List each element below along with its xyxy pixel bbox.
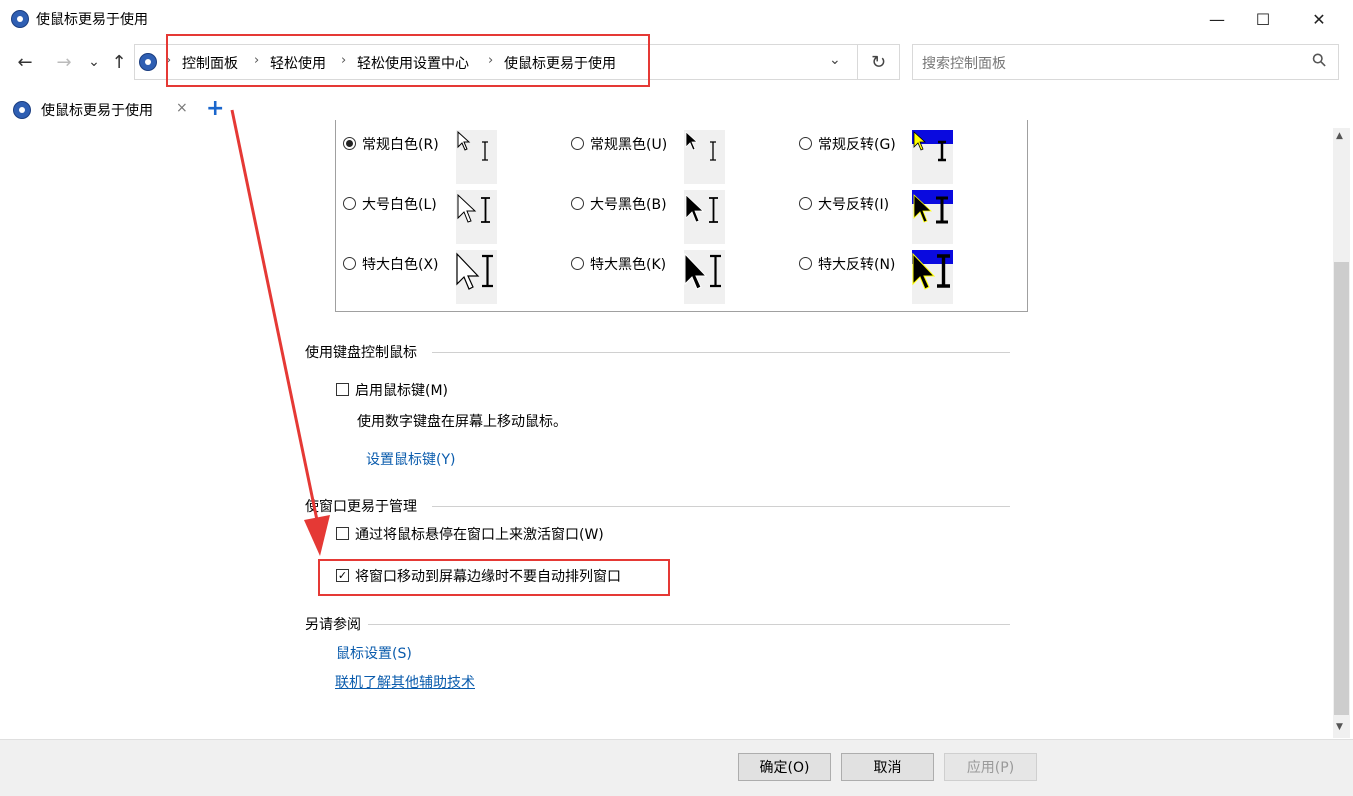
pointer-preview-icon (684, 252, 721, 290)
radio-extra-large-inverted[interactable] (799, 257, 812, 270)
refresh-button[interactable]: ↻ (858, 44, 900, 80)
pointer-preview-icon (457, 193, 490, 223)
control-panel-icon (139, 53, 157, 71)
preview-regular-black (684, 130, 725, 184)
radio-extra-large-black[interactable] (571, 257, 584, 270)
setup-mouse-keys-link[interactable]: 设置鼠标键(Y) (366, 449, 455, 469)
radio-regular-inverted[interactable] (799, 137, 812, 150)
pointer-preview-icon (685, 194, 718, 223)
radio-large-white[interactable] (343, 197, 356, 210)
assistive-tech-link[interactable]: 联机了解其他辅助技术 (335, 672, 475, 692)
pointer-preview-icon (913, 194, 948, 224)
tab-close-icon[interactable]: × (176, 100, 188, 116)
mouse-settings-link[interactable]: 鼠标设置(S) (336, 643, 412, 663)
title-bar (0, 0, 1353, 38)
pointer-preview-icon (913, 131, 946, 162)
annotation-arrow (230, 109, 330, 556)
window-title: 使鼠标更易于使用 (36, 12, 148, 28)
minimize-button[interactable]: — (1194, 0, 1240, 38)
divider (368, 624, 1010, 625)
radio-extra-large-white[interactable] (343, 257, 356, 270)
pointer-preview-icon (685, 131, 716, 161)
preview-regular-white (456, 130, 497, 184)
cancel-button[interactable]: 取消 (841, 753, 934, 781)
search-placeholder: 搜索控制面板 (922, 56, 1006, 72)
radio-large-inverted[interactable] (799, 197, 812, 210)
close-button[interactable]: ✕ (1296, 0, 1342, 38)
radio-large-black[interactable] (571, 197, 584, 210)
radio-regular-black[interactable] (571, 137, 584, 150)
preview-extra-large-inverted (912, 250, 953, 304)
scroll-up-icon[interactable]: ▲ (1336, 131, 1343, 141)
hover-activate-label[interactable]: 通过将鼠标悬停在窗口上来激活窗口(W) (355, 524, 604, 544)
label-large-inverted[interactable]: 大号反转(I) (818, 194, 889, 214)
preview-large-black (684, 190, 725, 244)
maximize-button[interactable]: ☐ (1240, 0, 1286, 38)
preview-large-inverted (912, 190, 953, 244)
recent-locations-button[interactable]: ⌄ (82, 48, 106, 76)
pointer-preview-icon (457, 130, 488, 161)
address-highlight-annotation (166, 34, 650, 87)
forward-button[interactable]: → (52, 48, 76, 76)
up-button[interactable]: ↑ (107, 48, 131, 76)
preview-extra-large-white (456, 250, 497, 304)
label-regular-white[interactable]: 常规白色(R) (362, 134, 439, 154)
label-regular-black[interactable]: 常规黑色(U) (590, 134, 667, 154)
radio-regular-white[interactable] (343, 137, 356, 150)
pointer-preview-icon (912, 252, 950, 290)
mouse-keys-description: 使用数字键盘在屏幕上移动鼠标。 (357, 414, 567, 430)
label-large-white[interactable]: 大号白色(L) (362, 194, 437, 214)
mouse-keys-label[interactable]: 启用鼠标键(M) (355, 380, 448, 400)
divider (432, 352, 1010, 353)
tab-label: 使鼠标更易于使用 (41, 103, 153, 119)
footer-bar (0, 739, 1353, 796)
address-dropdown-icon[interactable]: ⌄ (829, 52, 841, 68)
preview-extra-large-black (684, 250, 725, 304)
checkbox-highlight-annotation (318, 559, 670, 596)
label-regular-inverted[interactable]: 常规反转(G) (818, 134, 896, 154)
apply-button[interactable]: 应用(P) (944, 753, 1037, 781)
label-large-black[interactable]: 大号黑色(B) (590, 194, 667, 214)
scroll-thumb[interactable] (1334, 262, 1349, 715)
scroll-down-icon[interactable]: ▼ (1336, 722, 1343, 732)
label-extra-large-inverted[interactable]: 特大反转(N) (818, 254, 895, 274)
pointer-preview-icon (456, 252, 493, 290)
control-panel-icon (13, 101, 31, 119)
see-also-heading: 另请参阅 (305, 617, 361, 633)
divider (432, 506, 1010, 507)
preview-regular-inverted (912, 130, 953, 184)
back-button[interactable]: ← (13, 48, 37, 76)
control-panel-icon (11, 10, 29, 28)
preview-large-white (456, 190, 497, 244)
ok-button[interactable]: 确定(O) (738, 753, 831, 781)
label-extra-large-white[interactable]: 特大白色(X) (362, 254, 439, 274)
label-extra-large-black[interactable]: 特大黑色(K) (590, 254, 666, 274)
